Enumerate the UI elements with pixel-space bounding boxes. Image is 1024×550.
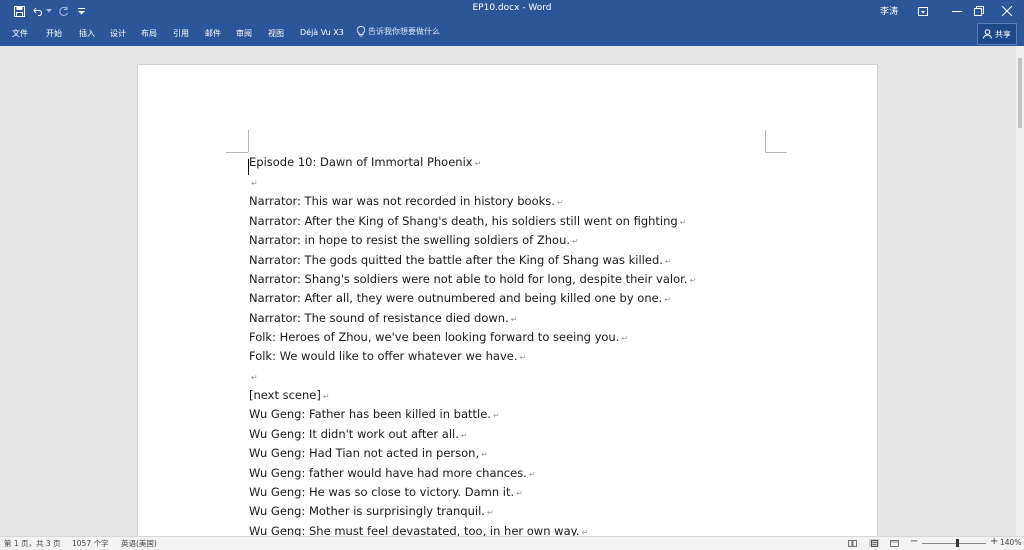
document-page[interactable]: Episode 10: Dawn of Immortal Phoenix ↵ ↵ …	[137, 64, 878, 536]
doc-line[interactable]: Folk: Heroes of Zhou, we've been looking…	[249, 330, 628, 344]
doc-line[interactable]: Narrator: After the King of Shang's deat…	[249, 214, 686, 228]
tab-view[interactable]: 视图	[268, 28, 284, 39]
zoom-slider-thumb[interactable]	[956, 539, 960, 547]
doc-line[interactable]: Wu Geng: She must feel devastated, too, …	[249, 524, 588, 536]
status-bar: 第 1 页，共 3 页 1057 个字 英语(美国) − + 140%	[0, 536, 1024, 550]
tab-mailings[interactable]: 邮件	[205, 28, 221, 39]
doc-line[interactable]: Episode 10: Dawn of Immortal Phoenix ↵	[249, 155, 481, 169]
window-title: EP10.docx - Word	[472, 3, 552, 13]
ribbon-display-options-icon[interactable]	[906, 0, 940, 22]
zoom-level[interactable]: 140%	[1000, 538, 1021, 547]
doc-line[interactable]: Narrator: in hope to resist the swelling…	[249, 233, 579, 247]
read-mode-icon[interactable]	[847, 539, 857, 547]
doc-line[interactable]: Wu Geng: He was so close to victory. Dam…	[249, 485, 523, 499]
close-icon[interactable]	[990, 0, 1024, 22]
zoom-out-icon[interactable]: −	[910, 536, 918, 547]
crop-mark-tr-horizontal	[765, 152, 787, 153]
doc-line[interactable]: Wu Geng: Had Tian not acted in person, ↵	[249, 446, 488, 460]
doc-line[interactable]: Wu Geng: It didn't work out after all. ↵	[249, 427, 468, 441]
word-count[interactable]: 1057 个字	[72, 538, 108, 549]
share-button[interactable]: 共享	[977, 23, 1017, 45]
tab-deja-vu[interactable]: Déjà Vu X3	[300, 28, 344, 37]
vertical-scrollbar[interactable]	[1016, 46, 1024, 536]
person-icon	[983, 29, 992, 39]
tab-home[interactable]: 开始	[46, 28, 62, 39]
crop-mark-tl-vertical	[248, 130, 249, 152]
ribbon-tab-bar: 文件 开始 插入 设计 布局 引用 邮件 审阅 视图 Déjà Vu X3 告诉…	[0, 22, 1024, 46]
doc-line[interactable]: Narrator: The sound of resistance died d…	[249, 311, 517, 325]
doc-line[interactable]: Narrator: Shang's soldiers were not able…	[249, 272, 696, 286]
doc-line[interactable]: [next scene] ↵	[249, 388, 330, 402]
zoom-slider-track[interactable]	[922, 543, 986, 544]
doc-line[interactable]: Narrator: This war was not recorded in h…	[249, 194, 564, 208]
user-name[interactable]: 李涛	[880, 4, 898, 17]
lightbulb-icon	[357, 26, 365, 37]
tell-me-box[interactable]: 告诉我你想要做什么	[357, 26, 440, 37]
doc-line[interactable]: Folk: We would like to offer whatever we…	[249, 349, 526, 363]
title-bar: EP10.docx - Word 李涛	[0, 0, 1024, 22]
web-layout-icon[interactable]	[889, 539, 899, 547]
doc-line[interactable]: Narrator: The gods quitted the battle af…	[249, 253, 672, 267]
doc-line[interactable]: Narrator: After all, they were outnumber…	[249, 291, 671, 305]
tell-me-text: 告诉我你想要做什么	[368, 27, 440, 36]
tab-references[interactable]: 引用	[173, 28, 189, 39]
doc-line[interactable]: Wu Geng: father would have had more chan…	[249, 466, 536, 480]
tab-insert[interactable]: 插入	[79, 28, 95, 39]
share-label: 共享	[995, 29, 1011, 39]
page-count[interactable]: 第 1 页，共 3 页	[4, 538, 61, 549]
doc-line[interactable]: ↵	[249, 175, 258, 189]
doc-line[interactable]: Wu Geng: Mother is surprisingly tranquil…	[249, 504, 494, 518]
tab-design[interactable]: 设计	[110, 28, 126, 39]
doc-line[interactable]: Wu Geng: Father has been killed in battl…	[249, 407, 500, 421]
tab-layout[interactable]: 布局	[141, 28, 157, 39]
document-canvas[interactable]: Episode 10: Dawn of Immortal Phoenix ↵ ↵ …	[0, 46, 1016, 536]
tab-file[interactable]: 文件	[12, 28, 28, 39]
crop-mark-tl-horizontal	[226, 152, 248, 153]
tab-review[interactable]: 审阅	[236, 28, 252, 39]
print-layout-icon[interactable]	[869, 539, 879, 547]
crop-mark-tr-vertical	[765, 130, 766, 152]
doc-line[interactable]: ↵	[249, 369, 258, 383]
zoom-in-icon[interactable]: +	[990, 536, 998, 547]
scrollbar-thumb[interactable]	[1018, 58, 1022, 128]
language-indicator[interactable]: 英语(美国)	[121, 538, 157, 549]
